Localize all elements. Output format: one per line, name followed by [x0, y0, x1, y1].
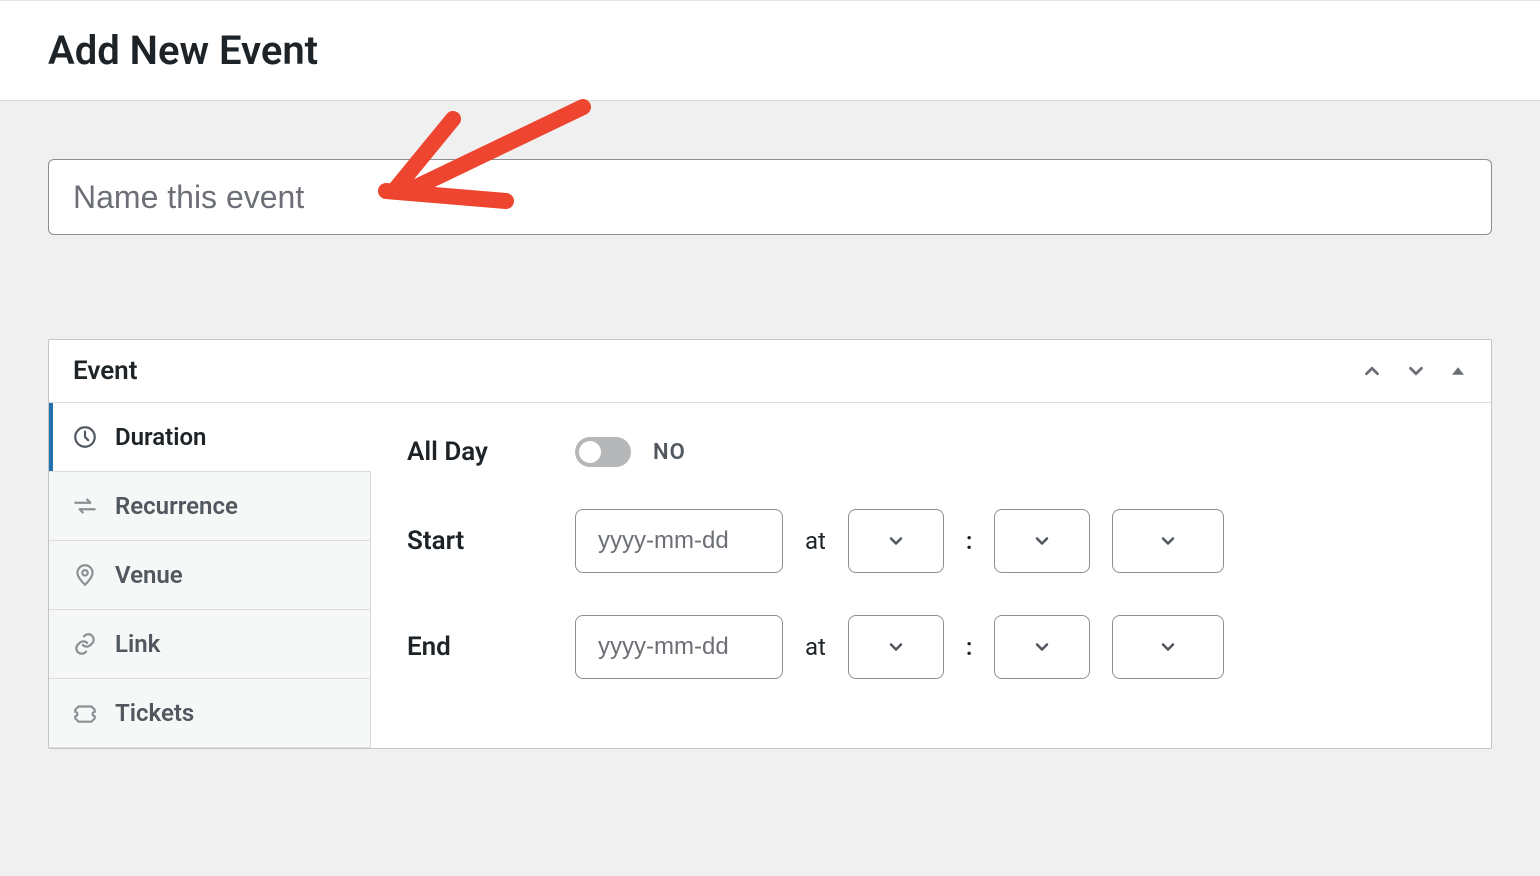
tab-link[interactable]: Link	[49, 610, 370, 679]
panel-body: Duration Recurrence Venue	[49, 403, 1491, 748]
tab-label: Venue	[115, 561, 183, 589]
start-minute-select[interactable]	[994, 509, 1090, 573]
tab-label: Tickets	[115, 699, 194, 727]
allday-label: All Day	[407, 437, 575, 467]
time-colon: :	[966, 527, 973, 555]
chevron-down-icon	[1032, 637, 1052, 657]
repeat-icon	[71, 493, 99, 519]
tab-label: Link	[115, 630, 160, 658]
end-label: End	[407, 632, 575, 662]
page-title: Add New Event	[48, 27, 1492, 74]
at-text: at	[805, 633, 826, 661]
panel-move-down-button[interactable]	[1405, 360, 1427, 382]
allday-row: All Day NO	[407, 437, 1455, 467]
start-label: Start	[407, 526, 575, 556]
panel-tabs: Duration Recurrence Venue	[49, 403, 371, 748]
start-date-input[interactable]	[575, 509, 783, 573]
allday-value: NO	[653, 440, 686, 465]
end-row: End at :	[407, 615, 1455, 679]
tab-tickets[interactable]: Tickets	[49, 679, 370, 748]
tickets-icon	[71, 700, 99, 726]
start-row: Start at :	[407, 509, 1455, 573]
chevron-down-icon	[1158, 531, 1178, 551]
location-icon	[71, 562, 99, 588]
fields-area: All Day NO Start at :	[371, 403, 1491, 748]
start-ampm-select[interactable]	[1112, 509, 1224, 573]
page-header: Add New Event	[0, 0, 1540, 101]
content-area: Event Duration	[0, 101, 1540, 789]
allday-toggle[interactable]	[575, 437, 631, 467]
panel-title: Event	[73, 356, 137, 386]
event-title-wrap	[48, 159, 1492, 235]
chevron-down-icon	[886, 531, 906, 551]
triangle-up-icon	[1449, 362, 1467, 380]
end-date-input[interactable]	[575, 615, 783, 679]
chevron-down-icon	[1158, 637, 1178, 657]
chevron-down-icon	[1032, 531, 1052, 551]
event-title-input[interactable]	[48, 159, 1492, 235]
tab-label: Duration	[115, 423, 206, 451]
end-minute-select[interactable]	[994, 615, 1090, 679]
time-colon: :	[966, 633, 973, 661]
end-hour-select[interactable]	[848, 615, 944, 679]
link-icon	[71, 631, 99, 657]
tab-recurrence[interactable]: Recurrence	[49, 472, 370, 541]
tab-venue[interactable]: Venue	[49, 541, 370, 610]
panel-move-up-button[interactable]	[1361, 360, 1383, 382]
tab-label: Recurrence	[115, 492, 238, 520]
event-panel: Event Duration	[48, 339, 1492, 749]
tab-duration[interactable]: Duration	[49, 403, 371, 472]
chevron-down-icon	[1405, 360, 1427, 382]
panel-collapse-button[interactable]	[1449, 362, 1467, 380]
chevron-down-icon	[886, 637, 906, 657]
panel-header: Event	[49, 340, 1491, 403]
end-ampm-select[interactable]	[1112, 615, 1224, 679]
chevron-up-icon	[1361, 360, 1383, 382]
at-text: at	[805, 527, 826, 555]
panel-controls	[1361, 360, 1467, 382]
start-hour-select[interactable]	[848, 509, 944, 573]
clock-icon	[71, 424, 99, 450]
